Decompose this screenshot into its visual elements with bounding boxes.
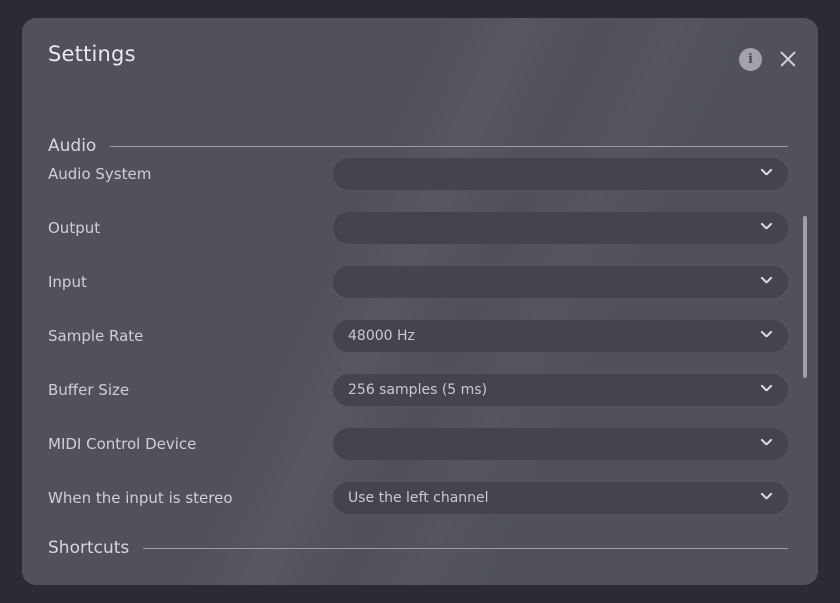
settings-row-audio-system: Audio System	[48, 158, 788, 190]
chevron-down-icon	[761, 223, 772, 234]
chevron-down-icon	[761, 169, 772, 180]
row-label: MIDI Control Device	[48, 435, 197, 453]
desktop-backdrop: Settings i Audio Audio System Output Inp…	[0, 0, 840, 603]
row-label: Output	[48, 219, 101, 237]
section-label-shortcuts: Shortcuts	[48, 538, 130, 558]
settings-row-stereo-input: When the input is stereo Use the left ch…	[48, 482, 788, 514]
chevron-down-icon	[761, 493, 772, 504]
output-dropdown[interactable]	[333, 212, 788, 244]
settings-row-output: Output	[48, 212, 788, 244]
section-header-shortcuts: Shortcuts	[48, 538, 788, 558]
chevron-down-icon	[761, 277, 772, 288]
settings-row-sample-rate: Sample Rate 48000 Hz	[48, 320, 788, 352]
input-dropdown[interactable]	[333, 266, 788, 298]
scrollbar[interactable]	[802, 104, 808, 544]
close-icon[interactable]	[776, 47, 800, 71]
midi-control-device-dropdown[interactable]	[333, 428, 788, 460]
settings-row-input: Input	[48, 266, 788, 298]
section-divider-audio	[110, 145, 788, 147]
chevron-down-icon	[761, 385, 772, 396]
dropdown-value: Use the left channel	[348, 490, 489, 506]
section-label-audio: Audio	[48, 136, 97, 156]
section-divider-shortcuts	[143, 547, 788, 549]
buffer-size-dropdown[interactable]: 256 samples (5 ms)	[333, 374, 788, 406]
row-label: Sample Rate	[48, 327, 144, 345]
stereo-input-dropdown[interactable]: Use the left channel	[333, 482, 788, 514]
sample-rate-dropdown[interactable]: 48000 Hz	[333, 320, 788, 352]
row-label: Input	[48, 273, 87, 291]
scrollbar-thumb[interactable]	[803, 216, 807, 378]
header-actions: i	[739, 47, 800, 71]
chevron-down-icon	[761, 439, 772, 450]
settings-dialog-content: Settings i Audio Audio System Output Inp…	[22, 18, 818, 585]
audio-system-dropdown[interactable]	[333, 158, 788, 190]
settings-row-buffer-size: Buffer Size 256 samples (5 ms)	[48, 374, 788, 406]
row-label: Audio System	[48, 165, 152, 183]
dropdown-value: 256 samples (5 ms)	[348, 382, 488, 398]
settings-dialog: Settings i Audio Audio System Output Inp…	[22, 18, 818, 585]
dialog-header: Settings i	[22, 18, 818, 90]
settings-row-midi-control-device: MIDI Control Device	[48, 428, 788, 460]
chevron-down-icon	[761, 331, 772, 342]
info-icon-glyph: i	[748, 51, 753, 67]
dropdown-value: 48000 Hz	[348, 328, 415, 344]
row-label: Buffer Size	[48, 381, 130, 399]
page-title: Settings	[48, 42, 136, 66]
row-label: When the input is stereo	[48, 489, 233, 507]
info-icon[interactable]: i	[739, 47, 762, 71]
section-header-audio: Audio	[48, 136, 788, 156]
